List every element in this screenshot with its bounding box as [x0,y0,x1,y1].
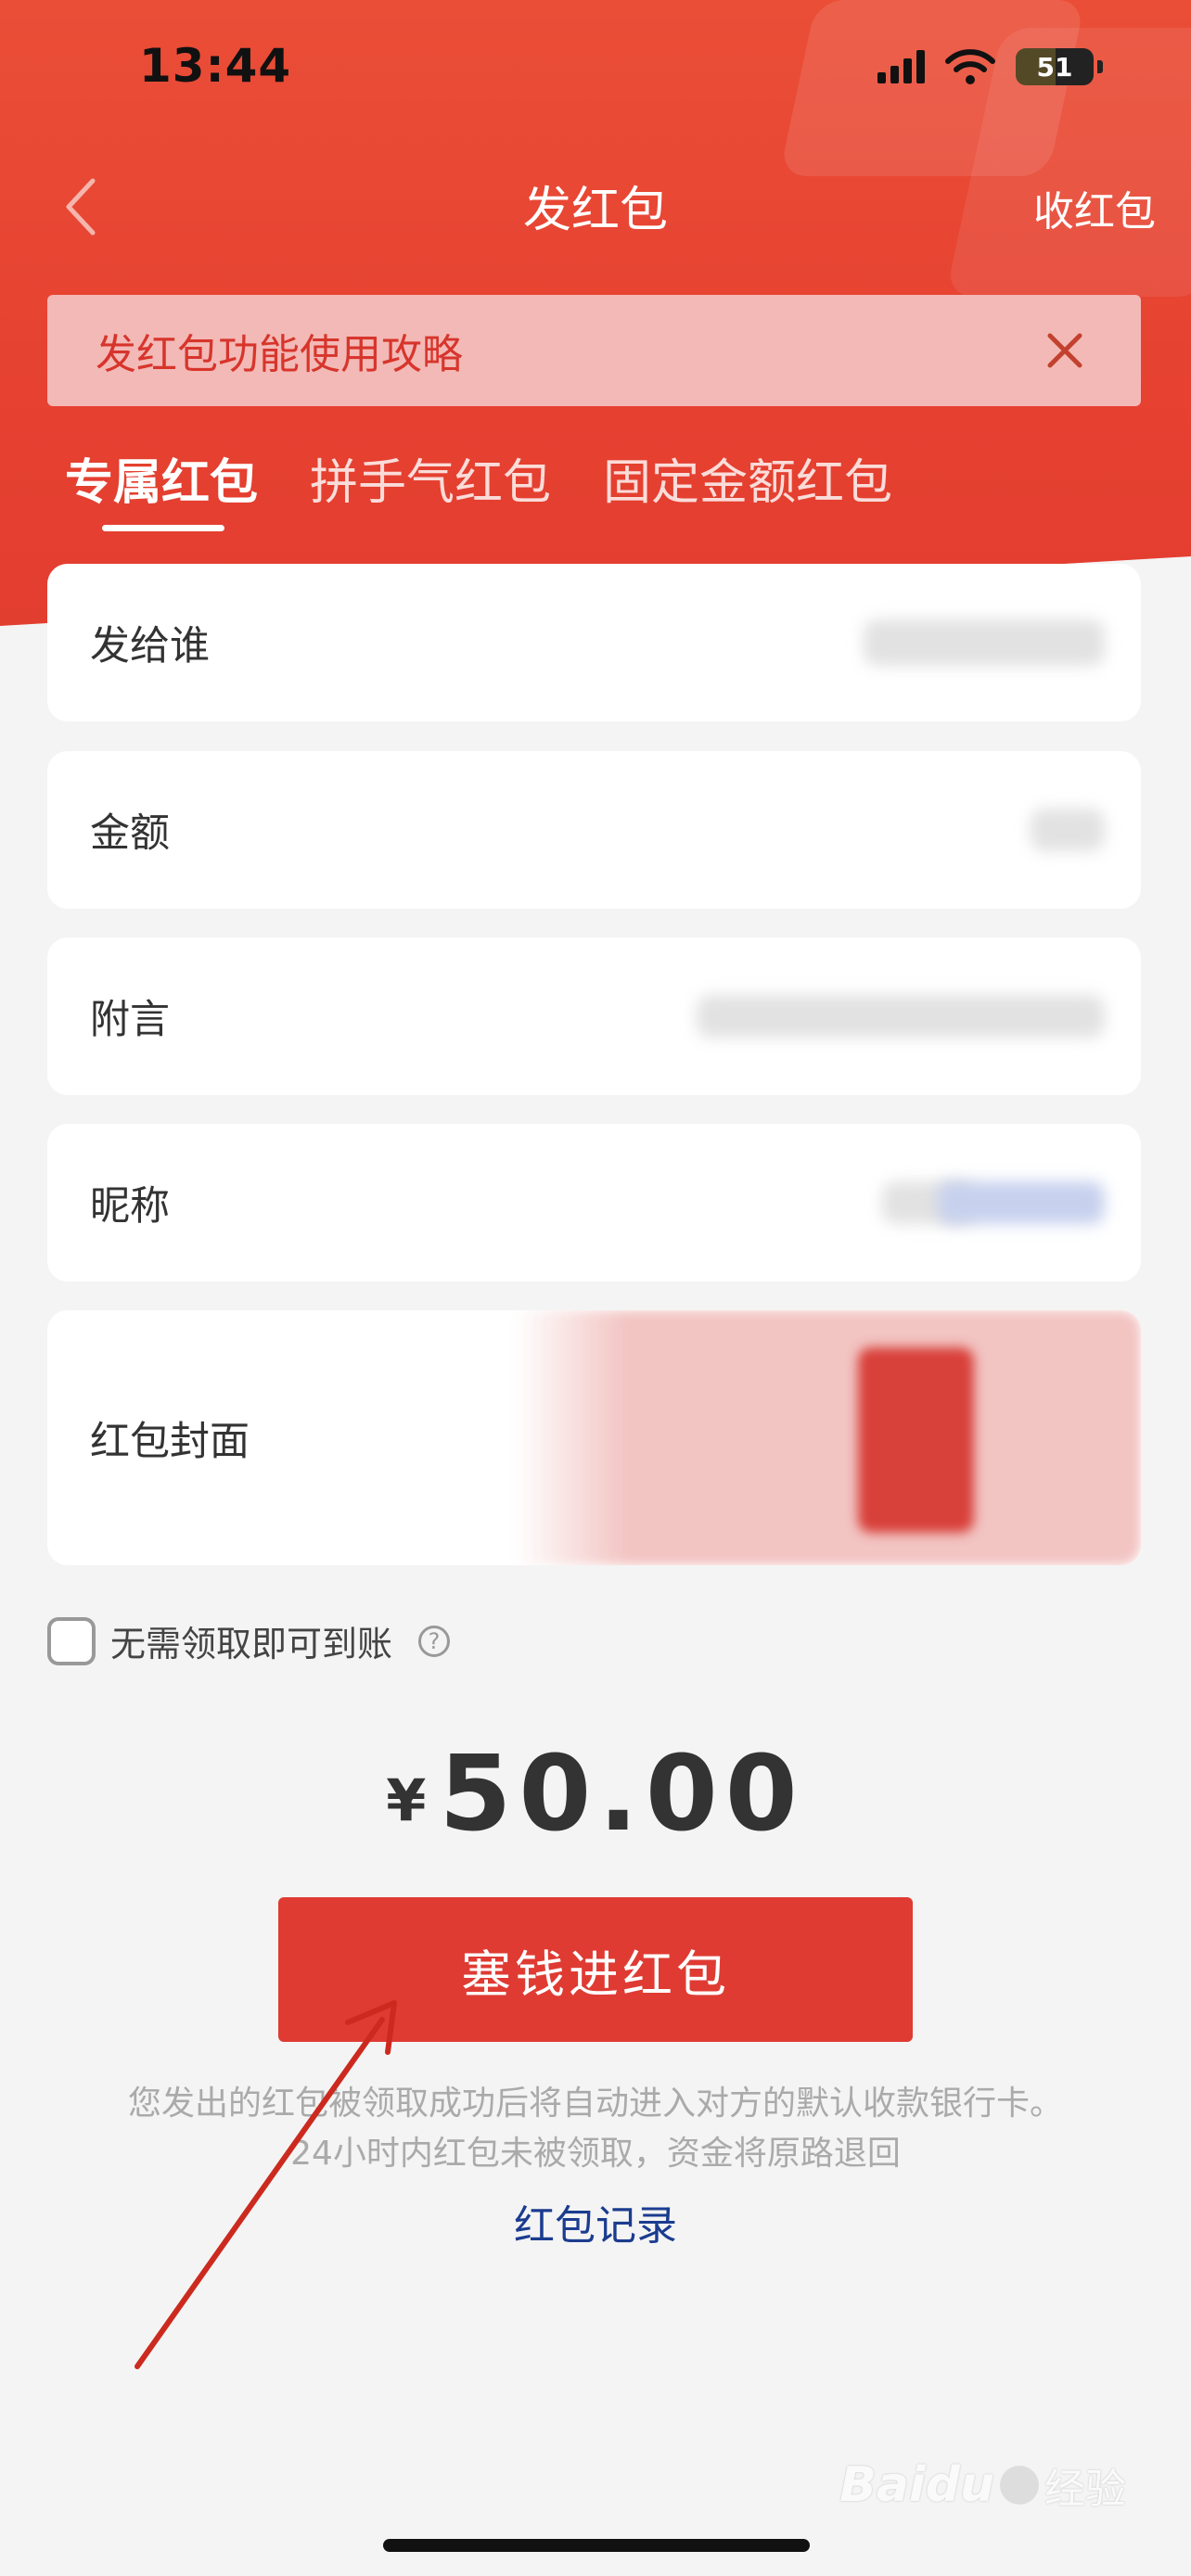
annotation-arrow [134,2000,397,2369]
watermark-text: 经验 [1044,2466,1126,2513]
paw-icon [1000,2466,1039,2505]
home-indicator [383,2539,810,2552]
baidu-logo: Baidu [839,2457,994,2513]
baidu-watermark: Baidu 经验 [839,2455,1126,2515]
